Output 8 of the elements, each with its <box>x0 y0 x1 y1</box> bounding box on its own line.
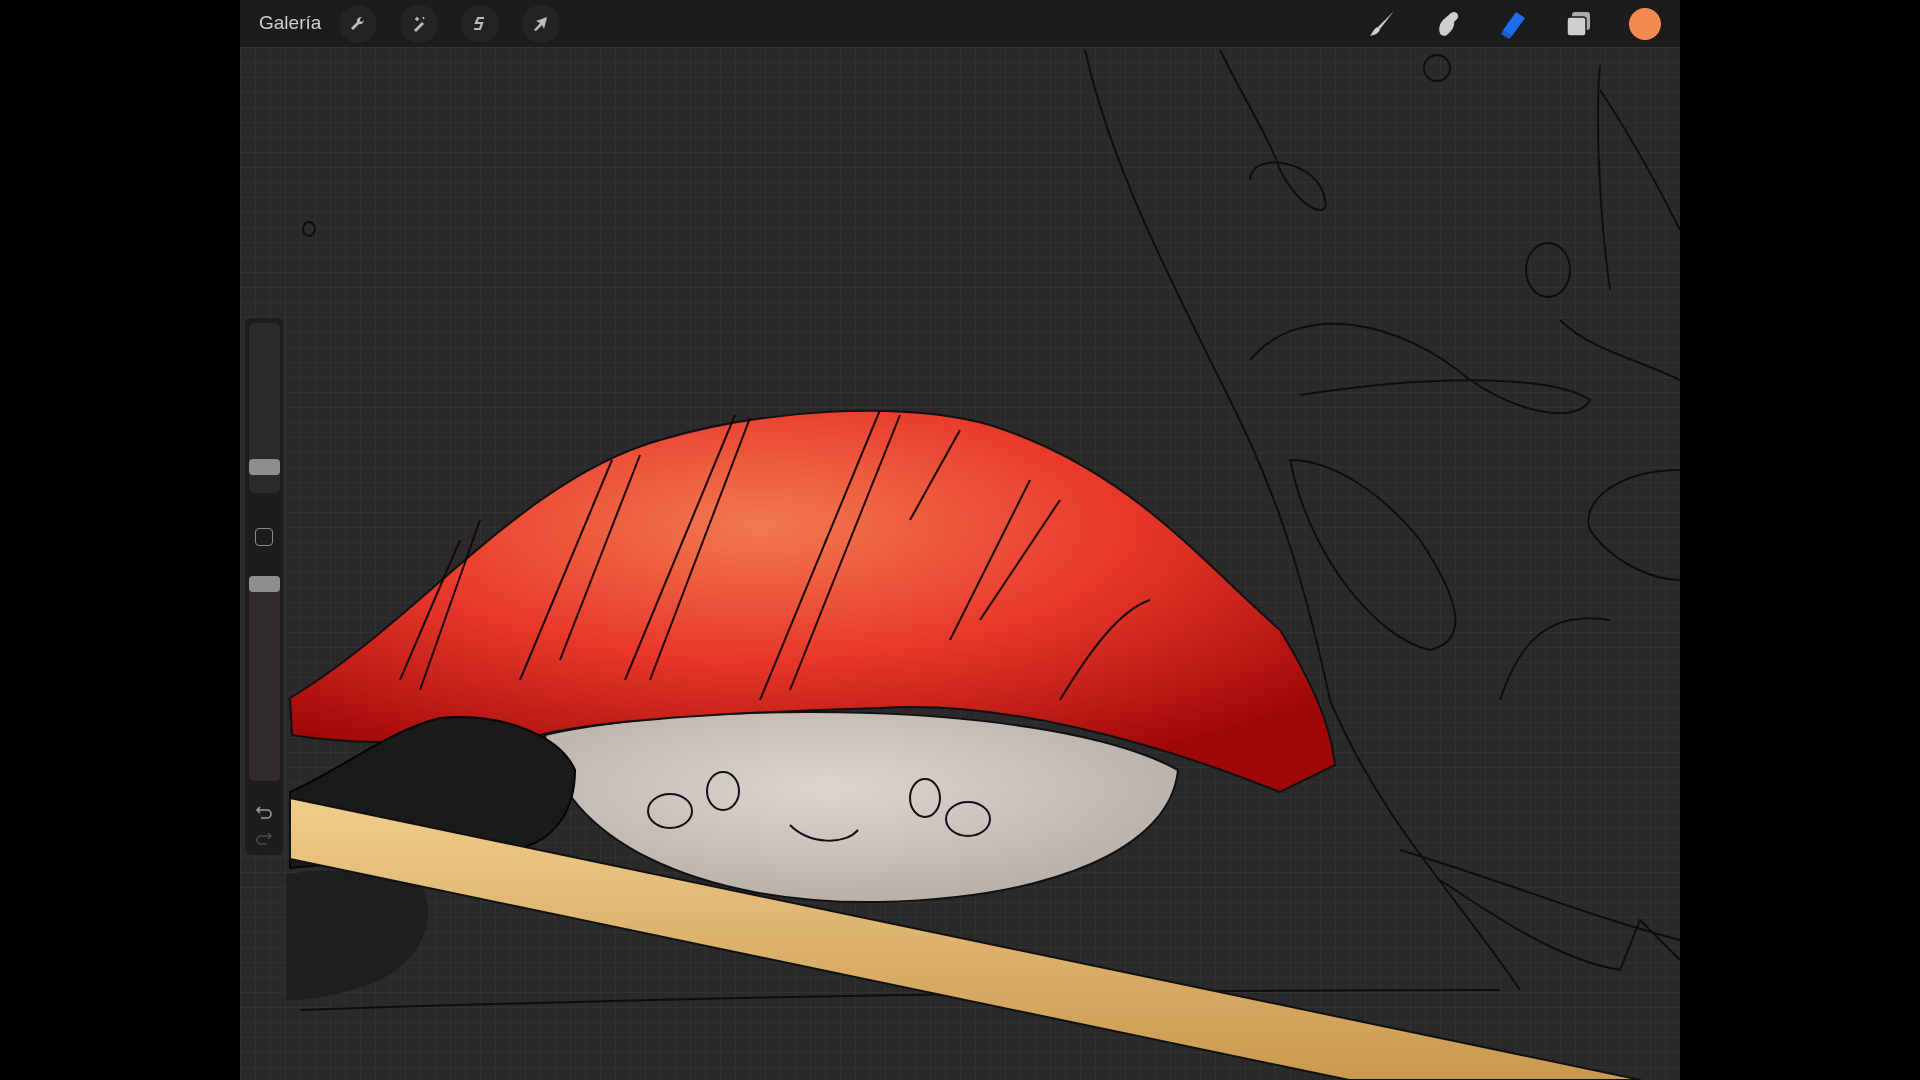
gallery-link[interactable]: Galería <box>259 9 322 38</box>
slider-thumb[interactable] <box>248 458 280 475</box>
opacity-slider[interactable] <box>248 576 280 781</box>
color-swatch[interactable] <box>1629 7 1661 40</box>
undo-icon[interactable] <box>255 805 273 821</box>
slider-thumb[interactable] <box>248 576 280 592</box>
modify-button[interactable] <box>255 528 273 546</box>
brush-size-slider[interactable] <box>248 323 280 493</box>
